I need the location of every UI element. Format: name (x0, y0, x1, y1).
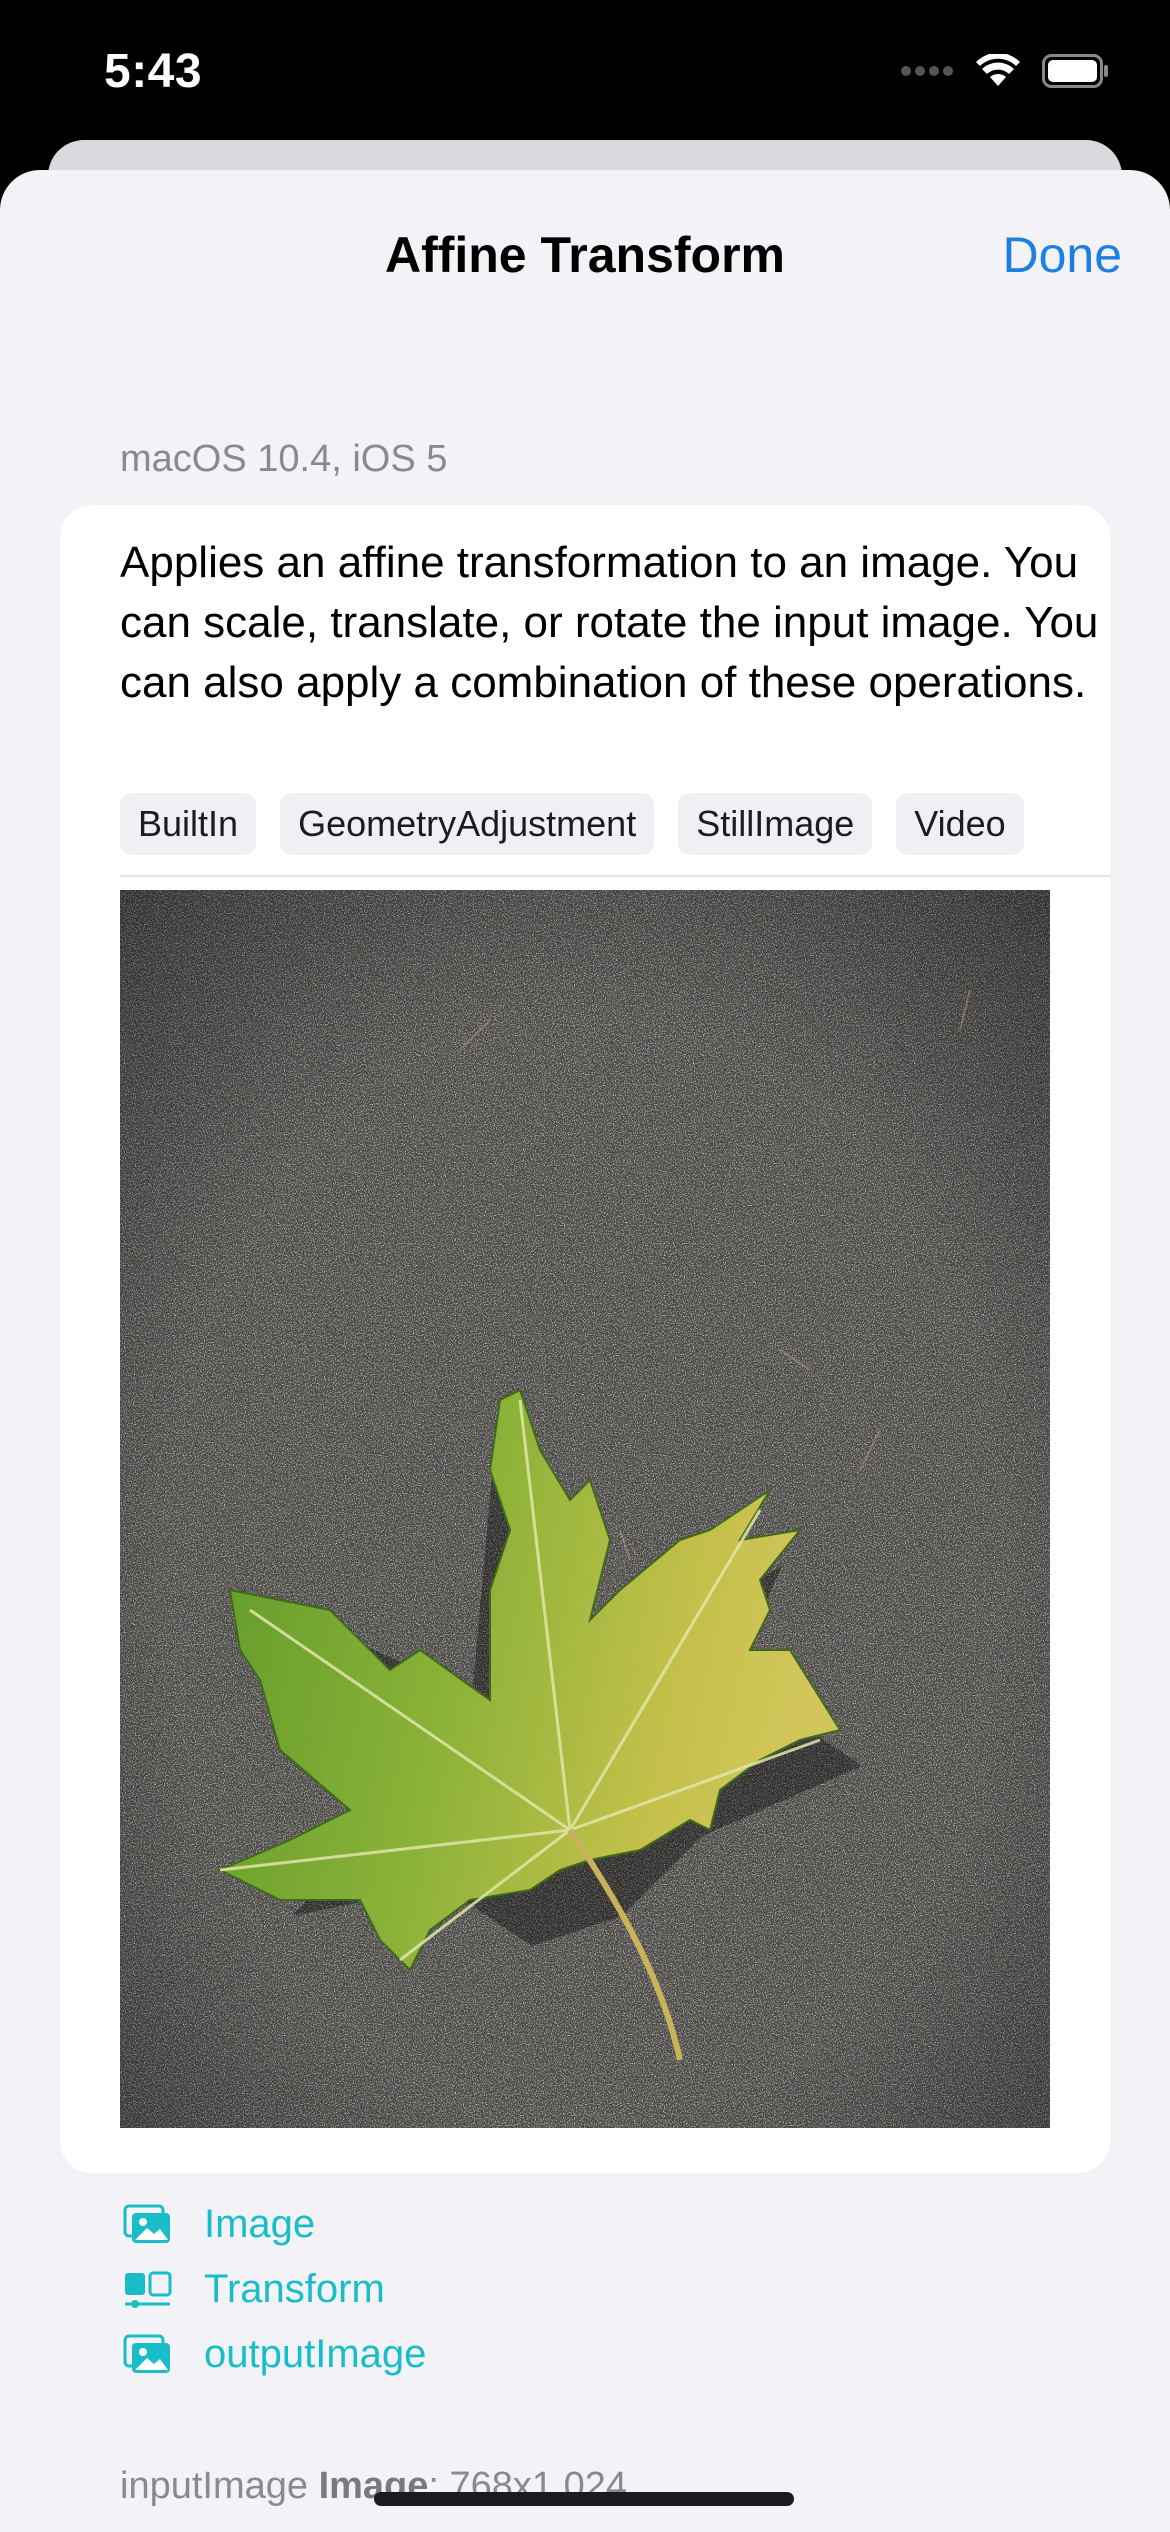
divider (120, 875, 1110, 877)
photo-stack-icon (120, 2331, 176, 2379)
link-image[interactable]: Image (120, 2192, 426, 2257)
tag-video[interactable]: Video (896, 793, 1024, 855)
tag-still-image[interactable]: StillImage (678, 793, 873, 855)
nav-title: Affine Transform (384, 227, 786, 283)
param-name: inputImage (120, 2465, 309, 2507)
done-button[interactable]: Done (1002, 226, 1122, 284)
preview-image (120, 890, 1050, 2128)
status-bar: 5:43 (0, 0, 1170, 150)
link-label: Image (204, 2202, 316, 2246)
parameter-links: Image Transform outputImage (120, 2192, 426, 2387)
modal-sheet: Affine Transform Done macOS 10.4, iOS 5 … (0, 170, 1170, 2532)
filter-card: Applies an affine transformation to an i… (60, 505, 1110, 2173)
availability-label: macOS 10.4, iOS 5 (120, 438, 448, 480)
link-output-image[interactable]: outputImage (120, 2322, 426, 2387)
battery-icon (1042, 54, 1108, 88)
link-label: Transform (204, 2267, 385, 2311)
tag-geometry-adjustment[interactable]: GeometryAdjustment (280, 793, 655, 855)
transform-icon (120, 2266, 176, 2314)
wifi-icon (976, 54, 1020, 86)
photo-stack-icon (120, 2201, 176, 2249)
link-label: outputImage (204, 2332, 427, 2376)
home-indicator[interactable] (374, 2492, 794, 2506)
leaf-on-asphalt-image (120, 890, 1050, 2128)
link-transform[interactable]: Transform (120, 2257, 426, 2322)
filter-description: Applies an affine transformation to an i… (120, 538, 1099, 707)
status-time: 5:43 (104, 45, 203, 98)
status-icons (900, 54, 1110, 88)
category-tags[interactable]: BuiltIn GeometryAdjustment StillImage Vi… (120, 793, 1110, 855)
tag-builtin[interactable]: BuiltIn (120, 793, 257, 855)
cellular-signal-icon (901, 66, 953, 76)
